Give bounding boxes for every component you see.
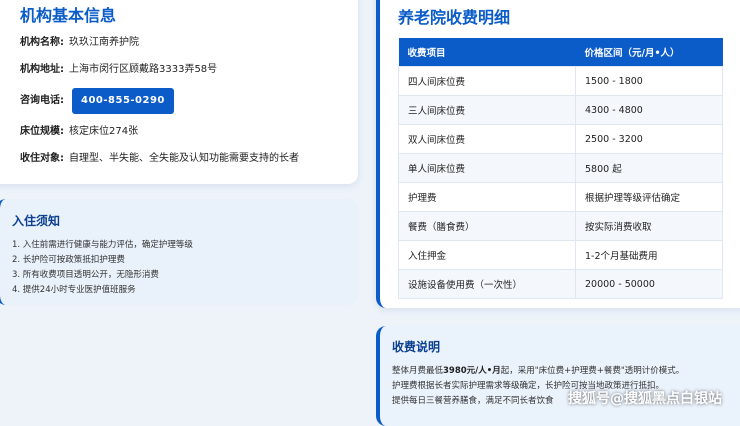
target-value: 自理型、半失能、全失能及认知功能需要支持的长者 — [69, 153, 299, 164]
table-row: 双人间床位费 2500 - 3200 — [398, 124, 723, 154]
notice-title: 入住须知 — [12, 214, 61, 228]
fee-explanation-card: 收费说明 整体月费最低3980元/人•月起，采用"床位费+护理费+餐费"透明计价… — [376, 326, 740, 426]
notice-item: 1. 入住前需进行健康与能力评估，确定护理等级 — [12, 240, 193, 250]
phone-label: 咨询电话: — [20, 95, 64, 106]
fee-price: 1500 - 1800 — [575, 66, 723, 96]
phone-row: 咨询电话: 400-855-0290 — [20, 88, 358, 114]
beds-row: 床位规模: 核定床位274张 — [20, 125, 358, 139]
table-row: 设施设备使用费（一次性） 20000 - 50000 — [398, 269, 723, 299]
fee-price: 根据护理等级评估确定 — [575, 182, 723, 212]
fee-item: 入住押金 — [398, 240, 576, 270]
beds-label: 床位规模: — [20, 126, 64, 137]
fee-price: 1-2个月基础费用 — [575, 240, 723, 270]
column-header-price: 价格区间（元/月•人） — [575, 38, 723, 67]
fee-item: 双人间床位费 — [398, 124, 576, 154]
fee-price: 按实际消费收取 — [575, 211, 723, 241]
fee-title: 养老院收费明细 — [398, 8, 511, 27]
table-row: 护理费 根据护理等级评估确定 — [398, 182, 723, 212]
min-monthly-fee: 3980元/人•月 — [443, 366, 501, 376]
table-row: 餐费（膳食费） 按实际消费收取 — [398, 211, 723, 241]
explain-line-1: 整体月费最低3980元/人•月起，采用"床位费+护理费+餐费"透明计价模式。 — [392, 364, 740, 379]
address-row: 机构地址: 上海市闵行区顾戴路3333弄58号 — [20, 63, 358, 77]
notice-item: 2. 长护险可按政策抵扣护理费 — [12, 255, 125, 265]
table-row: 三人间床位费 4300 - 4800 — [398, 95, 723, 125]
notice-item: 3. 所有收费项目透明公开，无隐形消费 — [12, 270, 159, 280]
table-row: 四人间床位费 1500 - 1800 — [398, 66, 723, 96]
explain-title: 收费说明 — [392, 340, 441, 354]
info-title: 机构基本信息 — [20, 6, 117, 25]
target-label: 收住对象: — [20, 153, 64, 164]
fee-price: 20000 - 50000 — [575, 269, 723, 299]
fee-price: 2500 - 3200 — [575, 124, 723, 154]
target-row: 收住对象: 自理型、半失能、全失能及认知功能需要支持的长者 — [20, 152, 358, 166]
explain-line-1-pre: 整体月费最低 — [392, 366, 444, 376]
admission-notice-card: 入住须知 1. 入住前需进行健康与能力评估，确定护理等级 2. 长护险可按政策抵… — [0, 199, 358, 305]
table-row: 单人间床位费 5800 起 — [398, 153, 723, 183]
phone-button[interactable]: 400-855-0290 — [72, 88, 174, 114]
name-label: 机构名称: — [20, 37, 64, 48]
fee-item: 餐费（膳食费） — [398, 211, 576, 241]
notice-item: 4. 提供24小时专业医护值班服务 — [12, 285, 136, 295]
fee-detail-card: 养老院收费明细 收费项目 价格区间（元/月•人） 四人间床位费 1500 - 18… — [376, 0, 740, 308]
fee-item: 三人间床位费 — [398, 95, 576, 125]
institution-info-card: 机构基本信息 机构名称: 玖玖江南养护院 机构地址: 上海市闵行区顾戴路3333… — [0, 0, 358, 184]
fee-item: 四人间床位费 — [398, 66, 576, 96]
fee-item: 护理费 — [398, 182, 576, 212]
explain-line-1-post: 起，采用"床位费+护理费+餐费"透明计价模式。 — [500, 366, 685, 376]
table-header-row: 收费项目 价格区间（元/月•人） — [398, 38, 723, 67]
name-row: 机构名称: 玖玖江南养护院 — [20, 36, 358, 50]
watermark: 搜狐号@搜狐黑点白银站 — [568, 391, 722, 407]
fee-item: 单人间床位费 — [398, 153, 576, 183]
address-label: 机构地址: — [20, 64, 64, 75]
table-row: 入住押金 1-2个月基础费用 — [398, 240, 723, 270]
fee-price: 5800 起 — [575, 153, 723, 183]
beds-value: 核定床位274张 — [69, 126, 139, 137]
address-value: 上海市闵行区顾戴路3333弄58号 — [69, 64, 218, 75]
fee-price: 4300 - 4800 — [575, 95, 723, 125]
column-header-item: 收费项目 — [398, 38, 576, 67]
fee-item: 设施设备使用费（一次性） — [398, 269, 576, 299]
fee-table: 收费项目 价格区间（元/月•人） 四人间床位费 1500 - 1800 三人间床位… — [398, 38, 723, 299]
name-value: 玖玖江南养护院 — [69, 37, 139, 48]
